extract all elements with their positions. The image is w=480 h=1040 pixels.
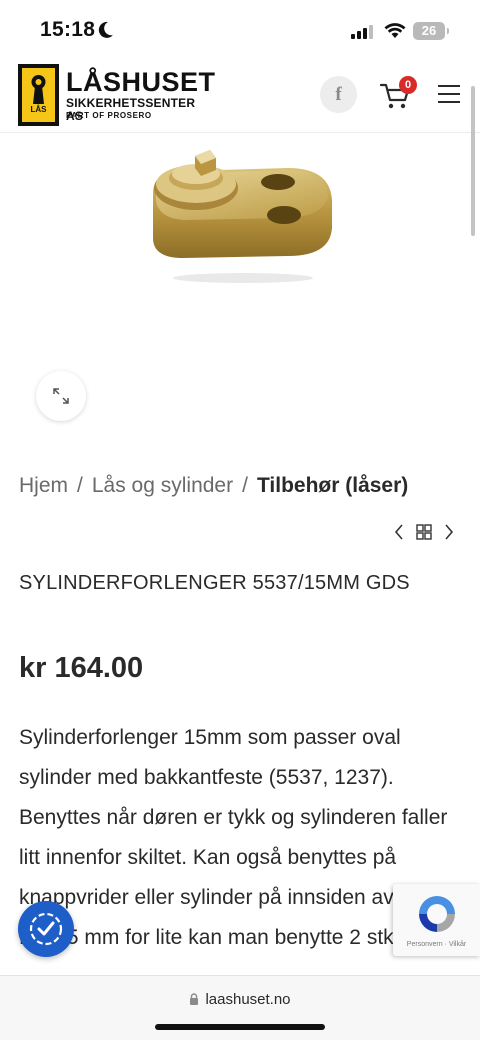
url-display[interactable]: laashuset.no	[0, 991, 480, 1008]
facebook-icon: f	[335, 84, 342, 105]
product-title: SYLINDERFORLENGER 5537/15MM GDS	[19, 572, 410, 594]
lock-icon	[190, 993, 199, 1005]
breadcrumb-separator: /	[77, 474, 83, 497]
battery-nub	[447, 28, 449, 34]
recaptcha-links[interactable]: Personvern · Vilkår	[393, 941, 480, 948]
home-indicator[interactable]	[155, 1024, 325, 1030]
breadcrumb-current[interactable]: Tilbehør (låser)	[257, 474, 408, 497]
logo-tagline: PART OF PROSERO	[66, 111, 152, 120]
moon-icon	[98, 21, 113, 38]
site-logo[interactable]: LÅS LÅSHUSET SIKKERHETSSENTER AS PART OF…	[18, 64, 215, 128]
keyhole-icon	[31, 75, 46, 104]
accessibility-button[interactable]	[18, 901, 74, 957]
scrollbar-thumb[interactable]	[471, 86, 475, 236]
recaptcha-badge[interactable]: Personvern · Vilkår	[393, 884, 480, 956]
status-time: 15:18	[40, 18, 96, 41]
product-image[interactable]	[148, 138, 338, 288]
recaptcha-logo-icon	[419, 896, 455, 932]
status-bar: 15:18 26	[0, 0, 480, 62]
accessibility-icon	[29, 912, 63, 946]
site-header: LÅS LÅSHUSET SIKKERHETSSENTER AS PART OF…	[0, 62, 480, 133]
battery-level: 26	[421, 23, 437, 38]
battery-indicator: 26	[413, 22, 445, 40]
expand-icon	[53, 388, 69, 404]
logo-badge-inner: LÅS	[22, 68, 55, 122]
grid-icon[interactable]	[416, 524, 432, 540]
browser-address-bar[interactable]: laashuset.no	[0, 975, 480, 1040]
logo-name: LÅSHUSET	[66, 67, 216, 97]
product-price: kr 164.00	[19, 652, 144, 684]
zoom-image-button[interactable]	[36, 371, 86, 421]
cart-count-badge: 0	[399, 76, 417, 94]
product-navigation	[393, 523, 457, 541]
cellular-signal-icon	[351, 25, 373, 39]
breadcrumb-category[interactable]: Lås og sylinder	[92, 474, 233, 497]
chevron-right-icon[interactable]	[443, 523, 455, 541]
hamburger-menu-icon[interactable]	[438, 84, 460, 104]
logo-badge-text: LÅS	[30, 105, 47, 114]
breadcrumb-separator: /	[242, 474, 248, 497]
facebook-button[interactable]: f	[320, 76, 357, 113]
logo-badge: LÅS	[18, 64, 59, 126]
wifi-icon	[384, 23, 406, 38]
breadcrumb: Hjem / Lås og sylinder / Tilbehør (låser)	[19, 474, 408, 498]
url-text: laashuset.no	[205, 991, 291, 1008]
breadcrumb-home[interactable]: Hjem	[19, 474, 68, 497]
chevron-left-icon[interactable]	[393, 523, 405, 541]
